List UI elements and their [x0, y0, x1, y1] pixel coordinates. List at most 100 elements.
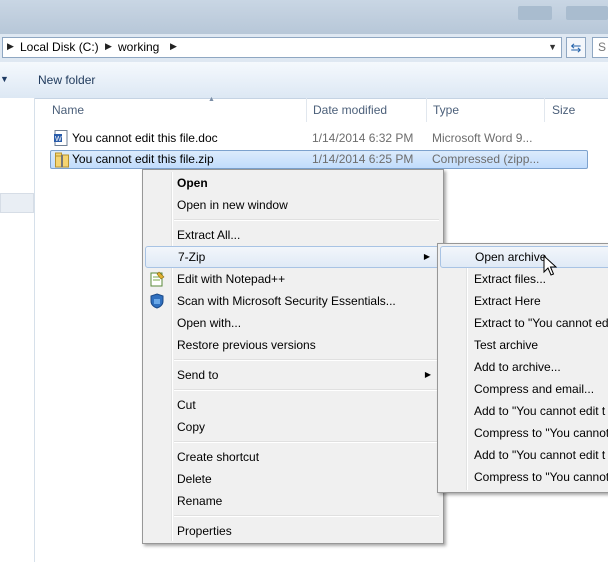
- menu-label: Copy: [177, 420, 206, 434]
- menu-label: Properties: [177, 524, 232, 538]
- mouse-cursor-icon: [543, 255, 557, 276]
- menu-separator: [174, 219, 439, 221]
- menu-label: Rename: [177, 494, 223, 508]
- menu-item-send-to[interactable]: Send to ▶: [145, 364, 441, 386]
- context-menu: Open Open in new window Extract All... 7…: [142, 169, 444, 544]
- column-divider[interactable]: [426, 98, 427, 122]
- menu-label: 7-Zip: [178, 250, 206, 264]
- menu-item-cut[interactable]: Cut: [145, 394, 441, 416]
- menu-label: Extract Here: [474, 294, 541, 308]
- menu-item-properties[interactable]: Properties: [145, 520, 441, 542]
- menu-label: Open in new window: [177, 198, 288, 212]
- column-header: ▲ Name Date modified Type Size: [36, 96, 608, 122]
- command-toolbar: ▼ New folder: [0, 62, 608, 99]
- file-date: 1/14/2014 6:32 PM: [312, 131, 414, 145]
- submenu-item-add-to-zip[interactable]: Add to "You cannot edit t: [440, 444, 608, 466]
- menu-label: Scan with Microsoft Security Essentials.…: [177, 294, 396, 308]
- menu-item-delete[interactable]: Delete: [145, 468, 441, 490]
- menu-label: Create shortcut: [177, 450, 260, 464]
- menu-label: Extract All...: [177, 228, 241, 242]
- menu-item-scan-mse[interactable]: Scan with Microsoft Security Essentials.…: [145, 290, 441, 312]
- notepad-plus-plus-icon: [150, 271, 165, 287]
- menu-item-create-shortcut[interactable]: Create shortcut: [145, 446, 441, 468]
- blurred-title-control: [566, 6, 608, 20]
- submenu-item-add-to-7z[interactable]: Add to "You cannot edit t: [440, 400, 608, 422]
- word-doc-icon: W: [54, 130, 68, 146]
- file-type: Microsoft Word 9...: [432, 131, 533, 145]
- menu-item-7zip[interactable]: 7-Zip ▶: [145, 246, 441, 268]
- breadcrumb-arrow-icon[interactable]: ▶: [170, 41, 177, 52]
- menu-label: Compress to "You cannot: [474, 426, 608, 440]
- file-name: You cannot edit this file.zip: [72, 152, 214, 166]
- menu-label: Cut: [177, 398, 196, 412]
- file-type: Compressed (zipp...: [432, 152, 540, 166]
- search-input[interactable]: S: [592, 37, 608, 58]
- new-folder-button[interactable]: New folder: [38, 73, 95, 87]
- submenu-item-extract-here[interactable]: Extract Here: [440, 290, 608, 312]
- menu-label: Add to archive...: [474, 360, 561, 374]
- menu-separator: [174, 441, 439, 443]
- menu-label: Delete: [177, 472, 212, 486]
- menu-label: Open with...: [177, 316, 242, 330]
- menu-label: Send to: [177, 368, 219, 382]
- menu-item-extract-all[interactable]: Extract All...: [145, 224, 441, 246]
- column-type[interactable]: Type: [433, 103, 459, 117]
- menu-label: Extract files...: [474, 272, 547, 286]
- submenu-item-test-archive[interactable]: Test archive: [440, 334, 608, 356]
- refresh-button[interactable]: ⇆: [566, 37, 586, 58]
- column-name[interactable]: Name: [52, 103, 84, 117]
- submenu-item-compress-to-7z[interactable]: Compress to "You cannot: [440, 422, 608, 444]
- window-title-bar: [0, 0, 608, 35]
- breadcrumb-arrow-icon[interactable]: ▶: [105, 41, 112, 52]
- file-row[interactable]: W You cannot edit this file.doc 1/14/201…: [50, 129, 588, 148]
- 7zip-submenu: Open archive Extract files... Extract He…: [437, 243, 608, 493]
- menu-item-copy[interactable]: Copy: [145, 416, 441, 438]
- file-row-selected[interactable]: You cannot edit this file.zip 1/14/2014 …: [50, 150, 588, 169]
- nav-selected-item[interactable]: [0, 193, 34, 213]
- menu-label: Open: [177, 176, 208, 190]
- navigation-pane: [0, 98, 35, 562]
- menu-label: Open archive: [475, 250, 547, 264]
- menu-separator: [174, 389, 439, 391]
- submenu-item-extract-to[interactable]: Extract to "You cannot edi: [440, 312, 608, 334]
- menu-item-open-with[interactable]: Open with...: [145, 312, 441, 334]
- svg-text:W: W: [55, 136, 62, 143]
- file-date: 1/14/2014 6:25 PM: [312, 152, 414, 166]
- breadcrumb-local-disk[interactable]: Local Disk (C:): [20, 40, 99, 54]
- menu-label: Add to "You cannot edit t: [474, 404, 606, 418]
- menu-label: Extract to "You cannot edi: [474, 316, 608, 330]
- menu-item-rename[interactable]: Rename: [145, 490, 441, 512]
- submenu-item-extract-files[interactable]: Extract files...: [440, 268, 608, 290]
- submenu-item-compress-to-zip[interactable]: Compress to "You cannot: [440, 466, 608, 488]
- breadcrumb-arrow-icon[interactable]: ▶: [7, 41, 14, 52]
- submenu-item-add-to-archive[interactable]: Add to archive...: [440, 356, 608, 378]
- submenu-item-compress-email[interactable]: Compress and email...: [440, 378, 608, 400]
- submenu-arrow-icon: ▶: [424, 370, 431, 379]
- column-date-modified[interactable]: Date modified: [313, 103, 387, 117]
- menu-label: Compress and email...: [474, 382, 595, 396]
- security-essentials-icon: [150, 293, 164, 309]
- menu-separator: [174, 515, 439, 517]
- sort-ascending-icon: ▲: [208, 96, 215, 103]
- column-divider[interactable]: [306, 98, 307, 122]
- menu-label: Edit with Notepad++: [177, 272, 286, 286]
- menu-item-open[interactable]: Open: [145, 172, 441, 194]
- file-name: You cannot edit this file.doc: [72, 131, 218, 145]
- menu-item-edit-notepad[interactable]: Edit with Notepad++: [145, 268, 441, 290]
- menu-separator: [174, 359, 439, 361]
- submenu-arrow-icon: ▶: [423, 252, 430, 261]
- organize-dropdown-icon[interactable]: ▼: [0, 74, 9, 84]
- address-dropdown-icon[interactable]: ▼: [548, 42, 557, 52]
- menu-label: Test archive: [474, 338, 539, 352]
- address-bar[interactable]: ▶ Local Disk (C:) ▶ working ▶ ▼: [2, 37, 562, 58]
- breadcrumb-working[interactable]: working: [118, 40, 159, 54]
- menu-label: Restore previous versions: [177, 338, 316, 352]
- column-divider[interactable]: [544, 98, 545, 122]
- menu-item-restore-versions[interactable]: Restore previous versions: [145, 334, 441, 356]
- column-size[interactable]: Size: [552, 103, 575, 117]
- submenu-item-open-archive[interactable]: Open archive: [440, 246, 608, 268]
- blurred-title-control: [518, 6, 552, 20]
- menu-label: Add to "You cannot edit t: [474, 448, 606, 462]
- menu-item-open-new-window[interactable]: Open in new window: [145, 194, 441, 216]
- zip-folder-icon: [55, 152, 69, 168]
